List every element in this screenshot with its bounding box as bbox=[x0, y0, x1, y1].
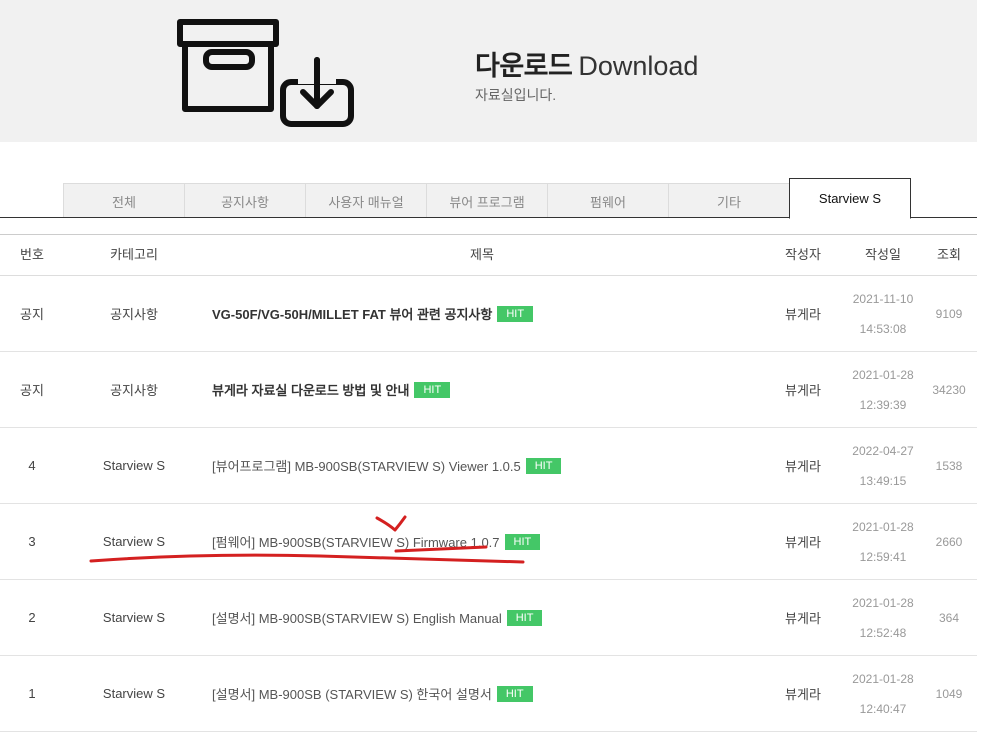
row-title-cell: VG-50F/VG-50H/MILLET FAT 뷰어 관련 공지사항 HIT bbox=[212, 276, 772, 351]
row-author: 뷰게라 bbox=[785, 383, 821, 398]
tab-notice[interactable]: 공지사항 bbox=[184, 183, 306, 218]
post-title-link[interactable]: [설명서] MB-900SB(STARVIEW S) English Manua… bbox=[212, 608, 502, 627]
board-table: 번호 카테고리 제목 작성자 작성일 조회 공지 공지사항 VG-50F/VG-50… bbox=[0, 234, 977, 732]
row-category: Starview S bbox=[102, 686, 166, 701]
header-date: 작성일 bbox=[865, 247, 901, 262]
hit-badge: HIT bbox=[506, 609, 543, 626]
row-number: 2 bbox=[28, 610, 36, 625]
row-views: 2660 bbox=[935, 534, 963, 549]
hit-badge: HIT bbox=[497, 305, 534, 322]
row-views: 1538 bbox=[935, 458, 963, 473]
page-banner: 다운로드 Download 자료실입니다. bbox=[0, 0, 977, 142]
row-number: 공지 bbox=[20, 307, 44, 322]
hit-badge: HIT bbox=[496, 685, 533, 702]
row-date-day: 2021-01-28 bbox=[852, 519, 914, 534]
row-author: 뷰게라 bbox=[785, 535, 821, 550]
row-number: 공지 bbox=[20, 383, 44, 398]
row-date-time: 12:40:47 bbox=[859, 701, 907, 716]
hit-badge: HIT bbox=[525, 457, 562, 474]
post-title-link[interactable]: VG-50F/VG-50H/MILLET FAT 뷰어 관련 공지사항 bbox=[212, 304, 492, 323]
row-views: 34230 bbox=[932, 382, 966, 397]
row-title-cell: [설명서] MB-900SB(STARVIEW S) English Manua… bbox=[212, 580, 772, 655]
page-title: 다운로드 Download bbox=[475, 44, 698, 83]
row-number: 1 bbox=[28, 686, 36, 701]
row-author: 뷰게라 bbox=[785, 611, 821, 626]
page-subtitle: 자료실입니다. bbox=[475, 87, 557, 103]
row-date-time: 12:39:39 bbox=[859, 397, 907, 412]
header-title: 제목 bbox=[470, 247, 494, 262]
table-row: 공지 공지사항 VG-50F/VG-50H/MILLET FAT 뷰어 관련 공지사… bbox=[0, 276, 977, 352]
row-author: 뷰게라 bbox=[785, 687, 821, 702]
table-row: 1 Starview S [설명서] MB-900SB (STARVIEW S) 한… bbox=[0, 656, 977, 732]
header-author: 작성자 bbox=[785, 247, 821, 262]
hit-badge: HIT bbox=[504, 533, 541, 550]
row-title-cell: [설명서] MB-900SB (STARVIEW S) 한국어 설명서 HIT bbox=[212, 656, 772, 731]
page-title-english: Download bbox=[578, 51, 699, 81]
row-date-day: 2021-01-28 bbox=[852, 595, 914, 610]
table-row: 공지 공지사항 뷰게라 자료실 다운로드 방법 및 안내 HIT 뷰게라 2021-01-… bbox=[0, 352, 977, 428]
tab-firmware[interactable]: 펌웨어 bbox=[547, 183, 669, 218]
row-number: 3 bbox=[28, 534, 36, 549]
post-title-link[interactable]: 뷰게라 자료실 다운로드 방법 및 안내 bbox=[212, 380, 409, 399]
row-date-time: 14:53:08 bbox=[859, 321, 907, 336]
row-date: 2021-11-10 14:53:08 bbox=[840, 276, 926, 351]
row-category: Starview S bbox=[102, 534, 166, 549]
row-date: 2021-01-28 12:39:39 bbox=[840, 352, 926, 427]
category-tabs: 전체 공지사항 사용자 매뉴얼 뷰어 프로그램 펌웨어 기타 Starview … bbox=[0, 178, 977, 219]
row-category: Starview S bbox=[102, 610, 166, 625]
archive-download-icon bbox=[177, 19, 354, 127]
row-date: 2021-01-28 12:59:41 bbox=[840, 504, 926, 579]
post-title-link[interactable]: [뷰어프로그램] MB-900SB(STARVIEW S) Viewer 1.0… bbox=[212, 456, 521, 475]
table-row: 2 Starview S [설명서] MB-900SB(STARVIEW S) En… bbox=[0, 580, 977, 656]
tab-etc[interactable]: 기타 bbox=[668, 183, 790, 218]
row-views: 9109 bbox=[935, 306, 963, 321]
tab-all[interactable]: 전체 bbox=[63, 183, 185, 218]
row-views: 364 bbox=[938, 610, 960, 625]
header-num: 번호 bbox=[20, 247, 44, 262]
row-date-day: 2021-01-28 bbox=[852, 671, 914, 686]
post-title-link[interactable]: [펌웨어] MB-900SB(STARVIEW S) Firmware 1.0.… bbox=[212, 532, 500, 551]
row-title-cell: [펌웨어] MB-900SB(STARVIEW S) Firmware 1.0.… bbox=[212, 504, 772, 579]
row-author: 뷰게라 bbox=[785, 459, 821, 474]
tab-starview-s[interactable]: Starview S bbox=[789, 178, 911, 219]
tab-viewer-program[interactable]: 뷰어 프로그램 bbox=[426, 183, 548, 218]
row-date-day: 2021-11-10 bbox=[852, 291, 914, 306]
table-row: 3 Starview S [펌웨어] MB-900SB(STARVIEW S) Fi… bbox=[0, 504, 977, 580]
header-views: 조회 bbox=[937, 247, 961, 262]
row-title-cell: [뷰어프로그램] MB-900SB(STARVIEW S) Viewer 1.0… bbox=[212, 428, 772, 503]
row-date: 2022-04-27 13:49:15 bbox=[840, 428, 926, 503]
row-title-cell: 뷰게라 자료실 다운로드 방법 및 안내 HIT bbox=[212, 352, 772, 427]
row-category: 공지사항 bbox=[110, 383, 158, 398]
hit-badge: HIT bbox=[414, 381, 451, 398]
row-views: 1049 bbox=[935, 686, 963, 701]
row-category: Starview S bbox=[102, 458, 166, 473]
row-date-time: 12:59:41 bbox=[859, 549, 907, 564]
row-author: 뷰게라 bbox=[785, 307, 821, 322]
row-number: 4 bbox=[28, 458, 36, 473]
row-date: 2021-01-28 12:40:47 bbox=[840, 656, 926, 731]
post-title-link[interactable]: [설명서] MB-900SB (STARVIEW S) 한국어 설명서 bbox=[212, 684, 492, 703]
row-date-time: 13:49:15 bbox=[859, 473, 907, 488]
row-date: 2021-01-28 12:52:48 bbox=[840, 580, 926, 655]
row-date-day: 2021-01-28 bbox=[852, 367, 914, 382]
row-category: 공지사항 bbox=[110, 307, 158, 322]
row-date-day: 2022-04-27 bbox=[852, 443, 914, 458]
tab-user-manual[interactable]: 사용자 매뉴얼 bbox=[305, 183, 427, 218]
page-title-korean: 다운로드 bbox=[475, 51, 573, 81]
table-header: 번호 카테고리 제목 작성자 작성일 조회 bbox=[0, 234, 977, 276]
row-date-time: 12:52:48 bbox=[859, 625, 907, 640]
table-row: 4 Starview S [뷰어프로그램] MB-900SB(STARVIEW S)… bbox=[0, 428, 977, 504]
header-category: 카테고리 bbox=[110, 247, 158, 262]
